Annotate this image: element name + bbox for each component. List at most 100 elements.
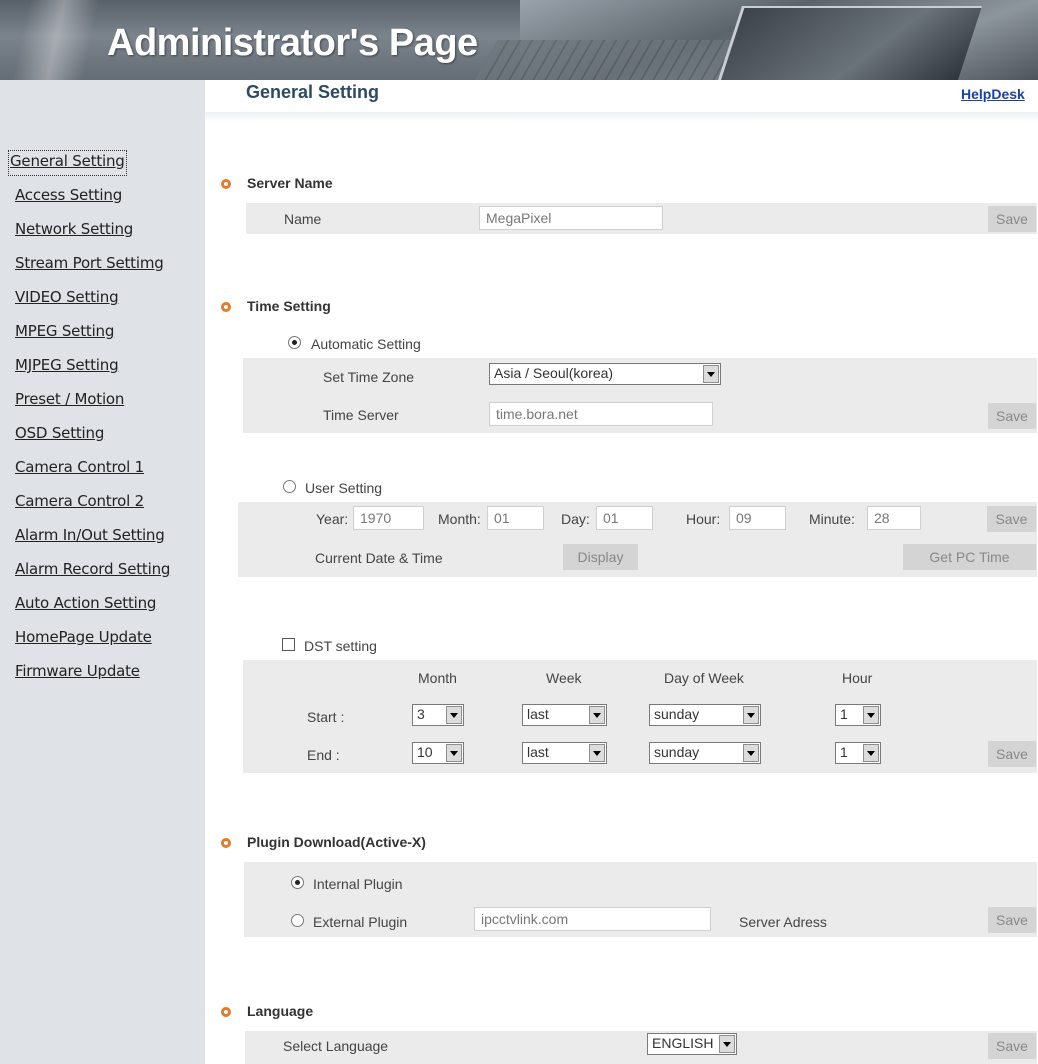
minute-label: Minute: [809, 511, 855, 527]
sidebar-item-alarm-record-setting[interactable]: Alarm Record Setting [15, 560, 170, 582]
bullet-icon [221, 1007, 231, 1017]
dst-col-month: Month [418, 670, 457, 686]
chevron-down-icon[interactable] [446, 706, 462, 724]
section-title-time-setting: Time Setting [247, 298, 331, 314]
banner-laptop-image [462, 0, 1038, 80]
dst-end-week-value: last [527, 744, 549, 760]
get-pc-time-button[interactable]: Get PC Time [903, 544, 1036, 570]
bullet-icon [221, 179, 231, 189]
hour-label: Hour: [686, 511, 721, 527]
helpdesk-link[interactable]: HelpDesk [961, 86, 1025, 102]
dst-start-hour-select[interactable]: 1 [835, 704, 881, 726]
bullet-icon [221, 838, 231, 848]
sidebar-item-homepage-update[interactable]: HomePage Update [15, 628, 152, 650]
external-plugin-label: External Plugin [313, 914, 408, 930]
section-language: Language [221, 1003, 313, 1019]
minute-input[interactable]: 28 [867, 506, 921, 530]
chevron-down-icon[interactable] [743, 706, 759, 724]
user-setting-save-button[interactable]: Save [987, 506, 1036, 532]
time-server-input[interactable]: time.bora.net [489, 402, 713, 426]
hour-input[interactable]: 09 [729, 506, 786, 530]
dst-end-label: End : [307, 747, 340, 763]
automatic-setting-radio[interactable] [288, 336, 301, 349]
section-title-server-name: Server Name [247, 175, 333, 191]
year-input[interactable]: 1970 [353, 506, 424, 530]
month-input[interactable]: 01 [487, 506, 544, 530]
sidebar-item-camera-control-1[interactable]: Camera Control 1 [15, 458, 144, 480]
dst-col-hour: Hour [842, 670, 873, 686]
display-button[interactable]: Display [563, 544, 638, 570]
section-title-language: Language [247, 1003, 314, 1019]
server-name-save-button[interactable]: Save [988, 206, 1036, 232]
time-zone-select[interactable]: Asia / Seoul(korea) [489, 363, 721, 385]
dst-start-hour-value: 1 [840, 706, 848, 722]
dst-col-day-of-week: Day of Week [664, 670, 744, 686]
sidebar-item-network-setting[interactable]: Network Setting [15, 220, 133, 242]
bullet-icon [221, 302, 231, 312]
sidebar-item-camera-control-2[interactable]: Camera Control 2 [15, 492, 144, 514]
internal-plugin-radio[interactable] [291, 876, 304, 889]
section-server-name: Server Name [221, 175, 333, 191]
time-zone-value: Asia / Seoul(korea) [494, 365, 614, 381]
dst-end-month-value: 10 [417, 744, 433, 760]
language-value: ENGLISH [652, 1035, 714, 1051]
dst-end-hour-value: 1 [840, 744, 848, 760]
sidebar-item-access-setting[interactable]: Access Setting [15, 186, 122, 208]
header-banner: Administrator's Page [0, 0, 1038, 80]
sidebar-item-firmware-update[interactable]: Firmware Update [15, 662, 140, 684]
sidebar: General Setting Access Setting Network S… [0, 80, 205, 1064]
day-input[interactable]: 01 [596, 506, 653, 530]
content-divider [205, 112, 1038, 122]
dst-end-dow-select[interactable]: sunday [649, 742, 761, 764]
chevron-down-icon[interactable] [863, 744, 879, 762]
sidebar-item-general-setting[interactable]: General Setting [8, 150, 127, 176]
day-label: Day: [561, 511, 590, 527]
chevron-down-icon[interactable] [446, 744, 462, 762]
sidebar-item-mjpeg-setting[interactable]: MJPEG Setting [15, 356, 119, 378]
dst-end-hour-select[interactable]: 1 [835, 742, 881, 764]
current-date-time-label: Current Date & Time [315, 550, 443, 566]
dst-start-week-value: last [527, 706, 549, 722]
user-setting-radio[interactable] [283, 480, 296, 493]
dst-start-month-value: 3 [417, 706, 425, 722]
chevron-down-icon[interactable] [863, 706, 879, 724]
sidebar-item-preset-motion[interactable]: Preset / Motion [15, 390, 124, 412]
chevron-down-icon[interactable] [719, 1035, 735, 1053]
banner-decoration [8, 0, 102, 80]
sidebar-item-mpeg-setting[interactable]: MPEG Setting [15, 322, 114, 344]
server-address-label: Server Adress [739, 914, 827, 930]
internal-plugin-label: Internal Plugin [313, 876, 403, 892]
automatic-save-button[interactable]: Save [988, 403, 1036, 429]
sidebar-item-auto-action-setting[interactable]: Auto Action Setting [15, 594, 156, 616]
dst-setting-checkbox[interactable] [282, 638, 295, 651]
section-plugin-download: Plugin Download(Active-X) [221, 834, 426, 850]
external-plugin-radio[interactable] [291, 914, 304, 927]
language-select[interactable]: ENGLISH [647, 1033, 737, 1055]
name-label: Name [284, 211, 322, 227]
dst-start-dow-select[interactable]: sunday [649, 704, 761, 726]
month-label: Month: [438, 511, 481, 527]
chevron-down-icon[interactable] [589, 706, 605, 724]
page-title: General Setting [246, 82, 380, 102]
dst-end-month-select[interactable]: 10 [412, 742, 464, 764]
chevron-down-icon[interactable] [703, 365, 719, 383]
chevron-down-icon[interactable] [589, 744, 605, 762]
sidebar-item-video-setting[interactable]: VIDEO Setting [15, 288, 119, 310]
year-label: Year: [316, 511, 349, 527]
dst-setting-label: DST setting [304, 638, 377, 654]
sidebar-item-alarm-in-out-setting[interactable]: Alarm In/Out Setting [15, 526, 165, 548]
sidebar-item-stream-port-setting[interactable]: Stream Port Settimg [15, 254, 164, 276]
dst-col-week: Week [546, 670, 582, 686]
server-name-input[interactable]: MegaPixel [479, 206, 663, 230]
dst-save-button[interactable]: Save [988, 741, 1036, 767]
dst-start-week-select[interactable]: last [522, 704, 607, 726]
plugin-save-button[interactable]: Save [988, 907, 1036, 933]
sidebar-item-osd-setting[interactable]: OSD Setting [15, 424, 104, 446]
dst-end-week-select[interactable]: last [522, 742, 607, 764]
dst-start-month-select[interactable]: 3 [412, 704, 464, 726]
language-save-button[interactable]: Save [988, 1033, 1036, 1059]
external-plugin-input[interactable]: ipcctvlink.com [474, 907, 711, 931]
user-setting-label: User Setting [305, 480, 383, 496]
chevron-down-icon[interactable] [743, 744, 759, 762]
dst-start-dow-value: sunday [654, 706, 700, 722]
